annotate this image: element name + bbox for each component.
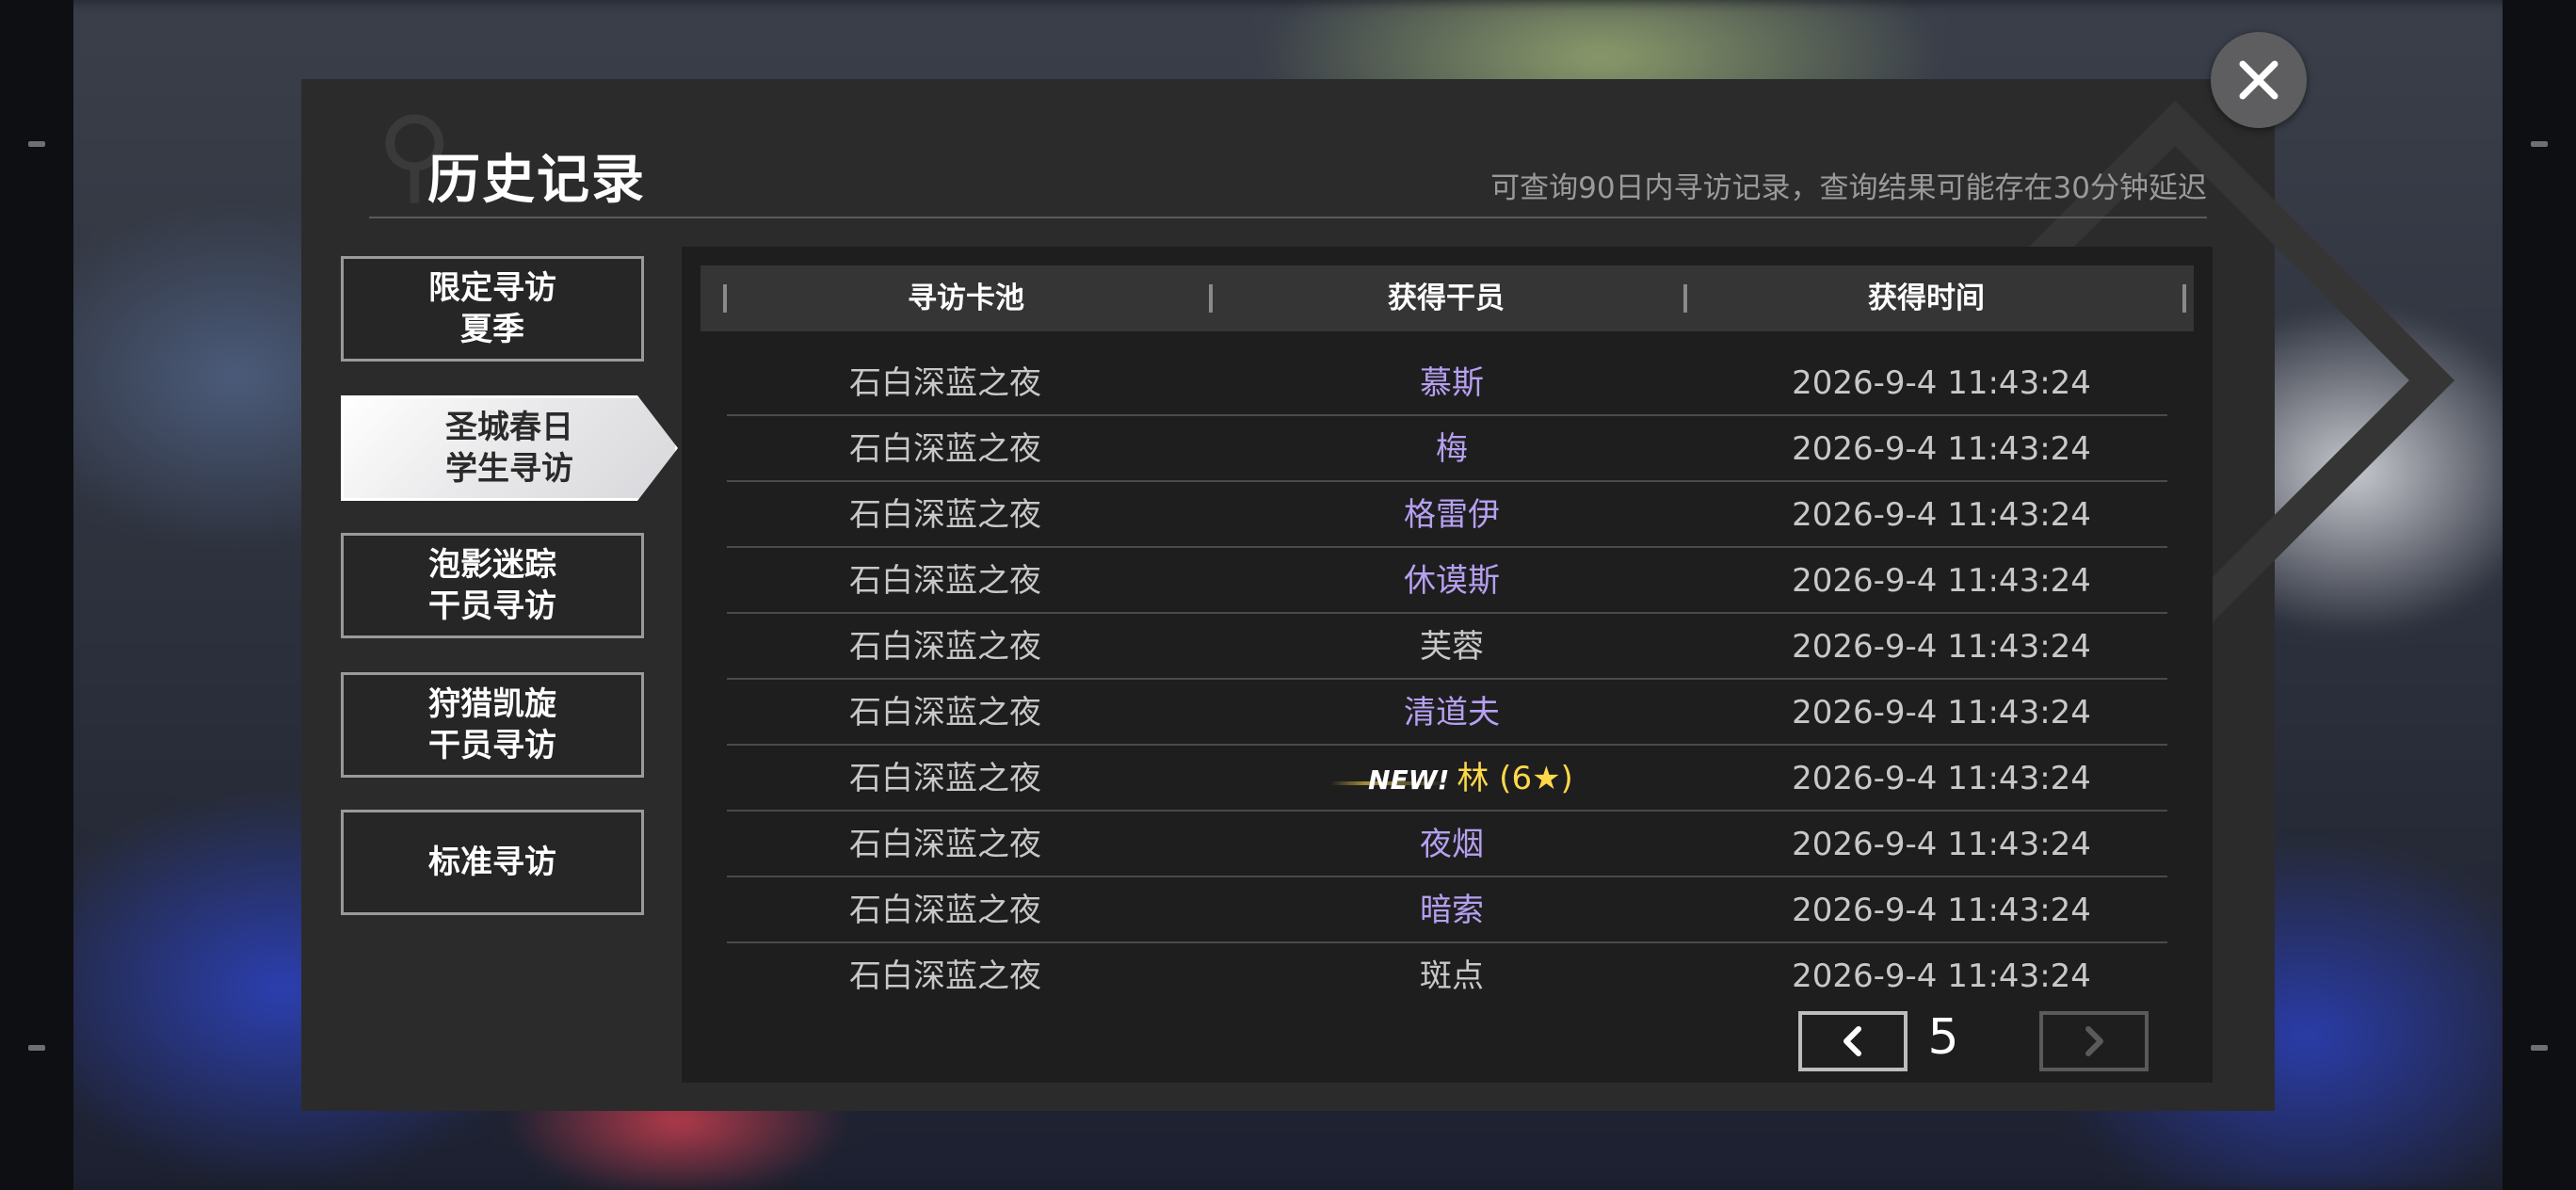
pool-cell: 石白深蓝之夜 bbox=[849, 496, 1041, 534]
header-separator bbox=[2182, 284, 2186, 313]
pool-cell: 石白深蓝之夜 bbox=[849, 628, 1041, 666]
time-cell: 2026-9-4 11:43:24 bbox=[1792, 760, 2091, 797]
operator-cell: 芙蓉 bbox=[1420, 628, 1484, 666]
pool-cell: 石白深蓝之夜 bbox=[849, 826, 1041, 863]
operator-cell: 夜烟 bbox=[1420, 826, 1484, 863]
table-row: 石白深蓝之夜 NEW! 林 (6★) 2026-9-4 11:43:24 bbox=[727, 746, 2167, 813]
time-cell: 2026-9-4 11:43:24 bbox=[1792, 430, 2091, 468]
tab-limited-summer[interactable]: 限定寻访 夏季 bbox=[341, 256, 644, 362]
tab-bubble-trace[interactable]: 泡影迷踪 干员寻访 bbox=[341, 533, 644, 638]
time-cell: 2026-9-4 11:43:24 bbox=[1792, 826, 2091, 863]
tab-standard[interactable]: 标准寻访 bbox=[341, 810, 644, 915]
history-table: 寻访卡池 获得干员 获得时间 石白深蓝之夜 慕斯 2026-9-4 11:43:… bbox=[682, 247, 2213, 1083]
tab-hunting-triumph[interactable]: 狩猎凯旋 干员寻访 bbox=[341, 672, 644, 778]
table-row: 石白深蓝之夜 芙蓉 2026-9-4 11:43:24 bbox=[727, 614, 2167, 680]
screen-edge-left bbox=[0, 0, 73, 1190]
dialog-title: 历史记录 bbox=[427, 150, 646, 211]
time-cell: 2026-9-4 11:43:24 bbox=[1792, 892, 2091, 929]
prev-page-button[interactable] bbox=[1798, 1011, 1908, 1071]
pool-cell: 石白深蓝之夜 bbox=[849, 694, 1041, 732]
operator-cell: 清道夫 bbox=[1404, 694, 1500, 732]
pool-cell: 石白深蓝之夜 bbox=[849, 364, 1041, 402]
table-row: 石白深蓝之夜 斑点 2026-9-4 11:43:24 bbox=[727, 943, 2167, 1009]
pool-cell: 石白深蓝之夜 bbox=[849, 562, 1041, 600]
edge-marker bbox=[2531, 141, 2548, 147]
tab-holy-city-spring[interactable]: 圣城春日 学生寻访 bbox=[341, 395, 678, 501]
edge-marker bbox=[2531, 1045, 2548, 1051]
operator-cell: 格雷伊 bbox=[1404, 496, 1500, 534]
pool-cell: 石白深蓝之夜 bbox=[849, 760, 1041, 797]
time-cell: 2026-9-4 11:43:24 bbox=[1792, 364, 2091, 402]
pool-cell: 石白深蓝之夜 bbox=[849, 957, 1041, 995]
table-row: 石白深蓝之夜 暗索 2026-9-4 11:43:24 bbox=[727, 877, 2167, 943]
table-row: 石白深蓝之夜 梅 2026-9-4 11:43:24 bbox=[727, 416, 2167, 482]
screen-edge-right bbox=[2503, 0, 2576, 1190]
pool-cell: 石白深蓝之夜 bbox=[849, 892, 1041, 929]
current-page-number: 5 bbox=[1927, 1009, 1959, 1066]
close-icon bbox=[2239, 60, 2278, 100]
new-badge: NEW! bbox=[1330, 748, 1450, 813]
table-row: 石白深蓝之夜 清道夫 2026-9-4 11:43:24 bbox=[727, 680, 2167, 746]
operator-cell: 暗索 bbox=[1420, 892, 1484, 929]
time-cell: 2026-9-4 11:43:24 bbox=[1792, 562, 2091, 600]
chevron-right-icon bbox=[2085, 1026, 2103, 1056]
table-row: 石白深蓝之夜 格雷伊 2026-9-4 11:43:24 bbox=[727, 482, 2167, 548]
operator-cell: 休谟斯 bbox=[1404, 562, 1500, 600]
query-hint: 可查询90日内寻访记录，查询结果可能存在30分钟延迟 bbox=[1490, 171, 2207, 205]
operator-cell: 梅 bbox=[1436, 430, 1468, 468]
operator-cell: 斑点 bbox=[1420, 957, 1484, 995]
edge-marker bbox=[28, 141, 45, 147]
edge-marker bbox=[28, 1045, 45, 1051]
time-cell: 2026-9-4 11:43:24 bbox=[1792, 957, 2091, 995]
header-operator: 获得干员 bbox=[1388, 281, 1505, 315]
time-cell: 2026-9-4 11:43:24 bbox=[1792, 496, 2091, 534]
table-header: 寻访卡池 获得干员 获得时间 bbox=[700, 265, 2194, 331]
operator-name: 林 (6★) bbox=[1457, 760, 1573, 797]
title-divider bbox=[369, 217, 2207, 218]
close-button[interactable] bbox=[2211, 32, 2307, 128]
header-pool: 寻访卡池 bbox=[908, 281, 1024, 315]
table-row: 石白深蓝之夜 慕斯 2026-9-4 11:43:24 bbox=[727, 350, 2167, 416]
table-row: 石白深蓝之夜 休谟斯 2026-9-4 11:43:24 bbox=[727, 548, 2167, 614]
time-cell: 2026-9-4 11:43:24 bbox=[1792, 628, 2091, 666]
operator-cell-new: NEW! 林 (6★) bbox=[1198, 746, 1706, 813]
table-row: 石白深蓝之夜 夜烟 2026-9-4 11:43:24 bbox=[727, 812, 2167, 877]
chevron-left-icon bbox=[1843, 1026, 1861, 1056]
operator-cell: 慕斯 bbox=[1420, 364, 1484, 402]
header-time: 获得时间 bbox=[1868, 281, 1985, 315]
time-cell: 2026-9-4 11:43:24 bbox=[1792, 694, 2091, 732]
pool-cell: 石白深蓝之夜 bbox=[849, 430, 1041, 468]
next-page-button[interactable] bbox=[2039, 1011, 2149, 1071]
